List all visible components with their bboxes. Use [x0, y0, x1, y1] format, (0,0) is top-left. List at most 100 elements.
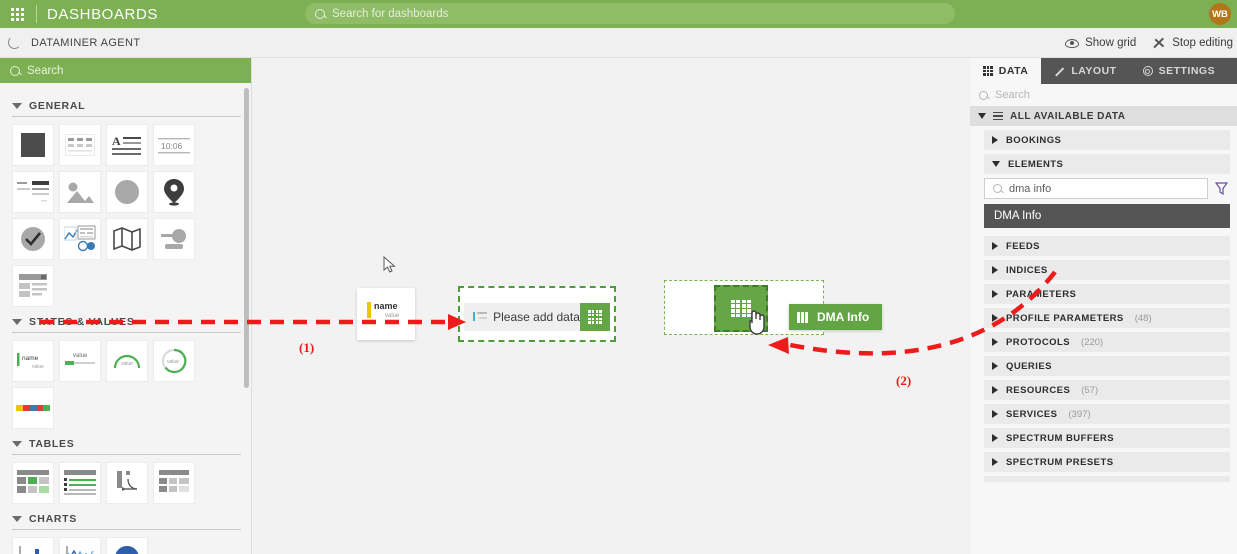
category-spectrum-presets[interactable]: SPECTRUM PRESETS [984, 452, 1230, 472]
sidebar-group-charts[interactable]: CHARTS [12, 513, 241, 525]
sidebar-group-states-values[interactable]: STATES & VALUES [12, 316, 241, 328]
panel-widget[interactable] [12, 265, 54, 307]
gauge-ring-widget[interactable]: value [153, 340, 195, 382]
data-search-placeholder: Search [995, 89, 1030, 101]
category-parameters[interactable]: PARAMETERS [984, 284, 1230, 304]
dragged-data-chip-label: DMA Info [816, 310, 870, 324]
element-dma-info[interactable]: DMA Info [984, 204, 1230, 228]
pencil-icon [1054, 66, 1065, 77]
avatar[interactable]: WB [1209, 3, 1231, 25]
show-grid-button[interactable]: Show grid [1065, 37, 1136, 49]
chevron-right-icon [992, 362, 998, 370]
sidebar-search-input[interactable]: Search [0, 58, 251, 83]
elements-filter-row: dma info [984, 178, 1230, 199]
pencil-slash-icon [1152, 36, 1166, 50]
tables-tiles [12, 462, 241, 504]
bar-chart-widget[interactable] [12, 537, 54, 554]
dragged-widget-preview: name value [357, 288, 415, 340]
states-values-tiles: name value value value value [12, 340, 241, 429]
funnel-icon[interactable] [1215, 182, 1228, 195]
category-resources[interactable]: RESOURCES (57) [984, 380, 1230, 400]
chevron-right-icon [992, 136, 998, 144]
category-spectrum-buffers[interactable]: SPECTRUM BUFFERS [984, 428, 1230, 448]
chevron-right-icon [992, 266, 998, 274]
category-partial-cutoff[interactable] [984, 476, 1230, 482]
agent-indicator: DATAMINER AGENT [0, 36, 141, 49]
preview-value-label: value [385, 313, 400, 319]
category-profile-parameters[interactable]: PROFILE PARAMETERS (48) [984, 308, 1230, 328]
shape-square-widget[interactable] [12, 124, 54, 166]
agent-label: DATAMINER AGENT [31, 36, 141, 49]
gauge-half-widget[interactable]: value [106, 340, 148, 382]
node-edge-widget[interactable] [153, 218, 195, 260]
stop-editing-label: Stop editing [1172, 37, 1233, 49]
table-rows-widget[interactable] [59, 462, 101, 504]
category-feeds[interactable]: FEEDS [984, 236, 1230, 256]
table-grid-icon[interactable] [580, 303, 610, 331]
name-value-widget[interactable]: name value [12, 340, 54, 382]
annotation-label-2: (2) [896, 373, 912, 388]
table-grid-drop-zone[interactable] [714, 285, 768, 335]
tab-data-label: DATA [998, 65, 1029, 77]
status-check-widget[interactable] [12, 218, 54, 260]
mixed-visual-widget[interactable] [59, 218, 101, 260]
category-label: RESOURCES [1006, 384, 1071, 396]
general-tiles: A 10:06 [12, 124, 241, 307]
apps-grid-icon[interactable] [0, 0, 34, 28]
map-pin-widget[interactable] [153, 171, 195, 213]
pie-chart-widget[interactable] [106, 537, 148, 554]
data-search-input[interactable]: Search [970, 84, 1237, 106]
category-bookings[interactable]: BOOKINGS [984, 130, 1230, 150]
right-panel-tabs: DATA LAYOUT SETTINGS [970, 58, 1237, 84]
category-label: QUERIES [1006, 360, 1052, 372]
category-label: INDICES [1006, 264, 1048, 276]
app-title: DASHBOARDS [47, 5, 159, 23]
category-indices[interactable]: INDICES [984, 260, 1230, 280]
selected-element-label: DMA Info [994, 210, 1042, 222]
list-widget[interactable] [12, 171, 54, 213]
tab-data[interactable]: DATA [970, 58, 1042, 84]
dashboard-canvas[interactable]: name value Please add data DMA Info [252, 58, 970, 554]
tab-layout-label: LAYOUT [1071, 65, 1117, 77]
dashboard-search-input[interactable]: Search for dashboards [305, 3, 955, 24]
category-services[interactable]: SERVICES (397) [984, 404, 1230, 424]
table-small-widget[interactable] [59, 124, 101, 166]
color-strip-widget[interactable] [12, 387, 54, 429]
tab-settings[interactable]: SETTINGS [1130, 58, 1229, 84]
dashboard-search-placeholder: Search for dashboards [332, 7, 449, 20]
category-queries[interactable]: QUERIES [984, 356, 1230, 376]
stop-editing-button[interactable]: Stop editing [1152, 36, 1233, 50]
elements-search-input[interactable]: dma info [984, 178, 1208, 199]
category-elements[interactable]: ELEMENTS [984, 154, 1230, 174]
category-count: (220) [1081, 336, 1104, 348]
line-chart-widget[interactable] [59, 537, 101, 554]
right-panel: DATA LAYOUT SETTINGS Search ALL AVAILABL… [970, 58, 1237, 554]
please-add-data-label: Please add data [493, 310, 580, 324]
chevron-down-icon [12, 441, 22, 447]
tab-layout[interactable]: LAYOUT [1041, 58, 1129, 84]
sidebar-group-tables[interactable]: TABLES [12, 438, 241, 450]
table-grid-widget[interactable] [12, 462, 54, 504]
name-value-icon [467, 304, 493, 330]
category-label: ELEMENTS [1008, 158, 1064, 170]
value-bar-widget[interactable]: value [59, 340, 101, 382]
all-available-data-header[interactable]: ALL AVAILABLE DATA [970, 106, 1237, 126]
text-widget[interactable]: A [106, 124, 148, 166]
svg-text:value: value [32, 364, 44, 370]
table-matrix-widget[interactable] [153, 462, 195, 504]
category-protocols[interactable]: PROTOCOLS (220) [984, 332, 1230, 352]
preview-name-label: name [374, 301, 398, 311]
table-flow-widget[interactable] [106, 462, 148, 504]
charts-tiles [12, 537, 241, 554]
map-widget[interactable] [106, 218, 148, 260]
please-add-data-widget[interactable]: Please add data [458, 286, 616, 342]
sidebar-group-general[interactable]: GENERAL [12, 100, 241, 112]
search-icon [10, 65, 20, 76]
search-icon [315, 8, 325, 19]
clock-widget[interactable]: 10:06 [153, 124, 195, 166]
search-icon [993, 184, 1002, 193]
image-widget[interactable] [59, 171, 101, 213]
circle-widget[interactable] [106, 171, 148, 213]
sidebar-scrollbar[interactable] [244, 88, 249, 388]
sub-bar: DATAMINER AGENT Show grid Stop editing [0, 28, 1237, 58]
